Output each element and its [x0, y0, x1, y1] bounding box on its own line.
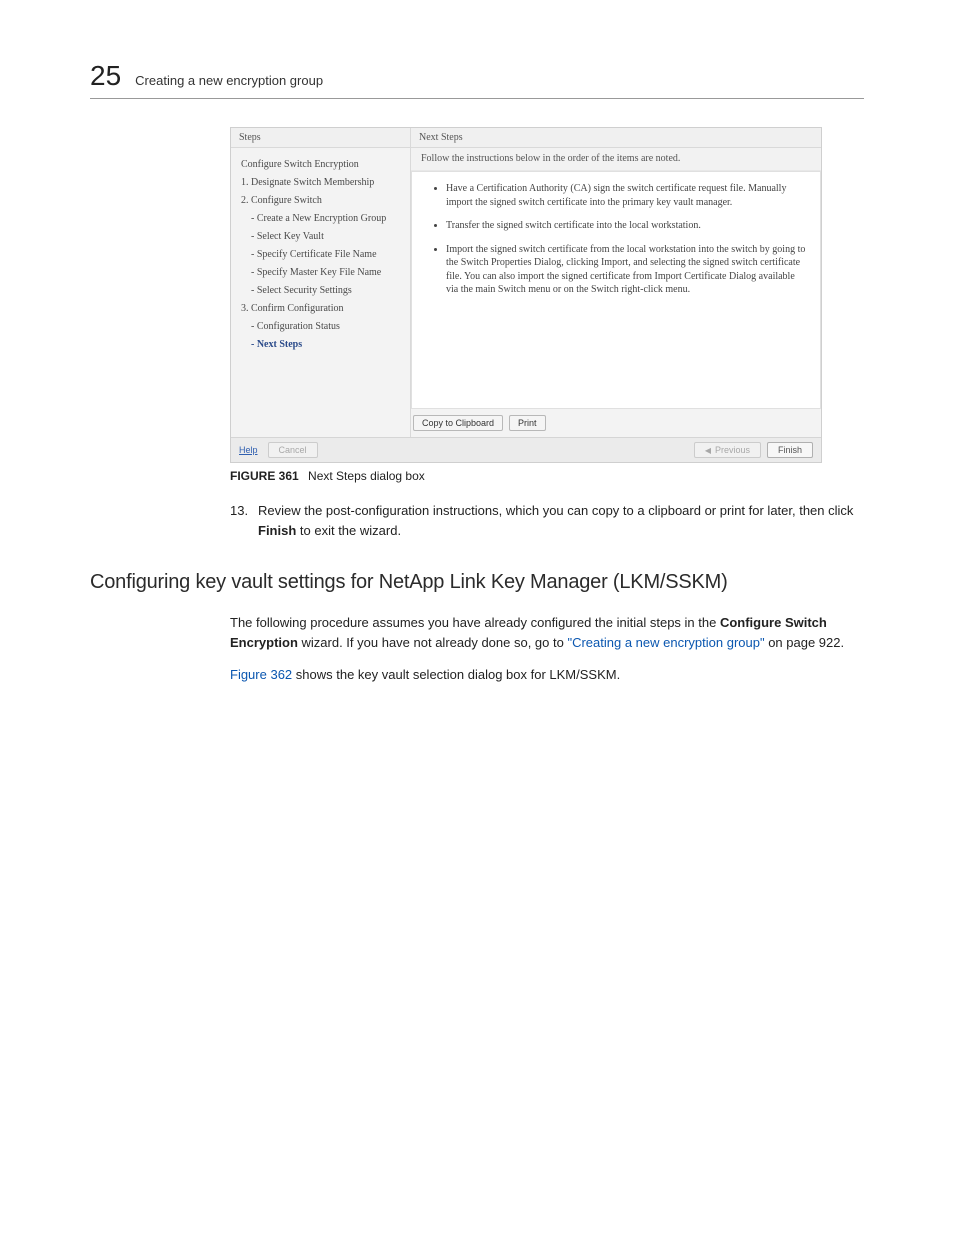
figure-caption: FIGURE 361 Next Steps dialog box	[230, 469, 864, 483]
paragraph-text: shows the key vault selection dialog box…	[292, 667, 620, 682]
paragraph-text: on page 922.	[765, 635, 845, 650]
step-subitem: - Specify Certificate File Name	[241, 246, 402, 264]
previous-label: Previous	[715, 445, 750, 455]
next-steps-dialog: Steps Configure Switch Encryption 1. Des…	[230, 127, 822, 463]
ordered-step-13: 13. Review the post-configuration instru…	[230, 501, 864, 540]
step-subitem: - Create a New Encryption Group	[241, 210, 402, 228]
steps-header: Steps	[231, 128, 410, 148]
step-subitem: - Specify Master Key File Name	[241, 264, 402, 282]
body-paragraph: Figure 362 shows the key vault selection…	[230, 665, 864, 685]
next-steps-panel: Next Steps Follow the instructions below…	[411, 128, 821, 437]
next-steps-intro: Follow the instructions below in the ord…	[411, 148, 821, 171]
figure-label: FIGURE 361	[230, 469, 299, 483]
next-step-bullet: Transfer the signed switch certificate i…	[446, 219, 806, 233]
next-step-bullet: Have a Certification Authority (CA) sign…	[446, 182, 806, 209]
dialog-footer: Help Cancel ◀ Previous Finish	[231, 437, 821, 462]
print-button[interactable]: Print	[509, 415, 546, 431]
step-text: Review the post-configuration instructio…	[258, 503, 853, 518]
step-bold: Finish	[258, 523, 296, 538]
copy-to-clipboard-button[interactable]: Copy to Clipboard	[413, 415, 503, 431]
chapter-number: 25	[90, 60, 121, 92]
step-item: 1. Designate Switch Membership	[241, 174, 402, 192]
body-paragraph: The following procedure assumes you have…	[230, 613, 864, 652]
steps-panel: Steps Configure Switch Encryption 1. Des…	[231, 128, 411, 437]
step-subitem: - Configuration Status	[241, 318, 402, 336]
previous-button[interactable]: ◀ Previous	[694, 442, 761, 458]
figure-reference-link[interactable]: Figure 362	[230, 667, 292, 682]
figure-text: Next Steps dialog box	[308, 469, 425, 483]
finish-button[interactable]: Finish	[767, 442, 813, 458]
page-header: 25 Creating a new encryption group	[90, 60, 864, 99]
step-subitem: - Select Security Settings	[241, 282, 402, 300]
step-subitem-current: - Next Steps	[241, 336, 402, 354]
step-item: Configure Switch Encryption	[241, 156, 402, 174]
step-subitem: - Select Key Vault	[241, 228, 402, 246]
step-item: 3. Confirm Configuration	[241, 300, 402, 318]
step-number: 13.	[230, 501, 258, 540]
next-step-bullet: Import the signed switch certificate fro…	[446, 243, 806, 297]
next-steps-header: Next Steps	[411, 128, 821, 148]
paragraph-text: wizard. If you have not already done so,…	[298, 635, 568, 650]
chapter-title: Creating a new encryption group	[135, 73, 323, 88]
paragraph-text: The following procedure assumes you have…	[230, 615, 720, 630]
help-link[interactable]: Help	[239, 443, 268, 457]
step-text: to exit the wizard.	[296, 523, 401, 538]
cancel-button[interactable]: Cancel	[268, 442, 318, 458]
next-steps-content: Have a Certification Authority (CA) sign…	[411, 171, 821, 409]
section-heading: Configuring key vault settings for NetAp…	[90, 570, 864, 595]
step-item: 2. Configure Switch	[241, 192, 402, 210]
chevron-left-icon: ◀	[705, 446, 711, 455]
cross-reference-link[interactable]: "Creating a new encryption group"	[567, 635, 764, 650]
